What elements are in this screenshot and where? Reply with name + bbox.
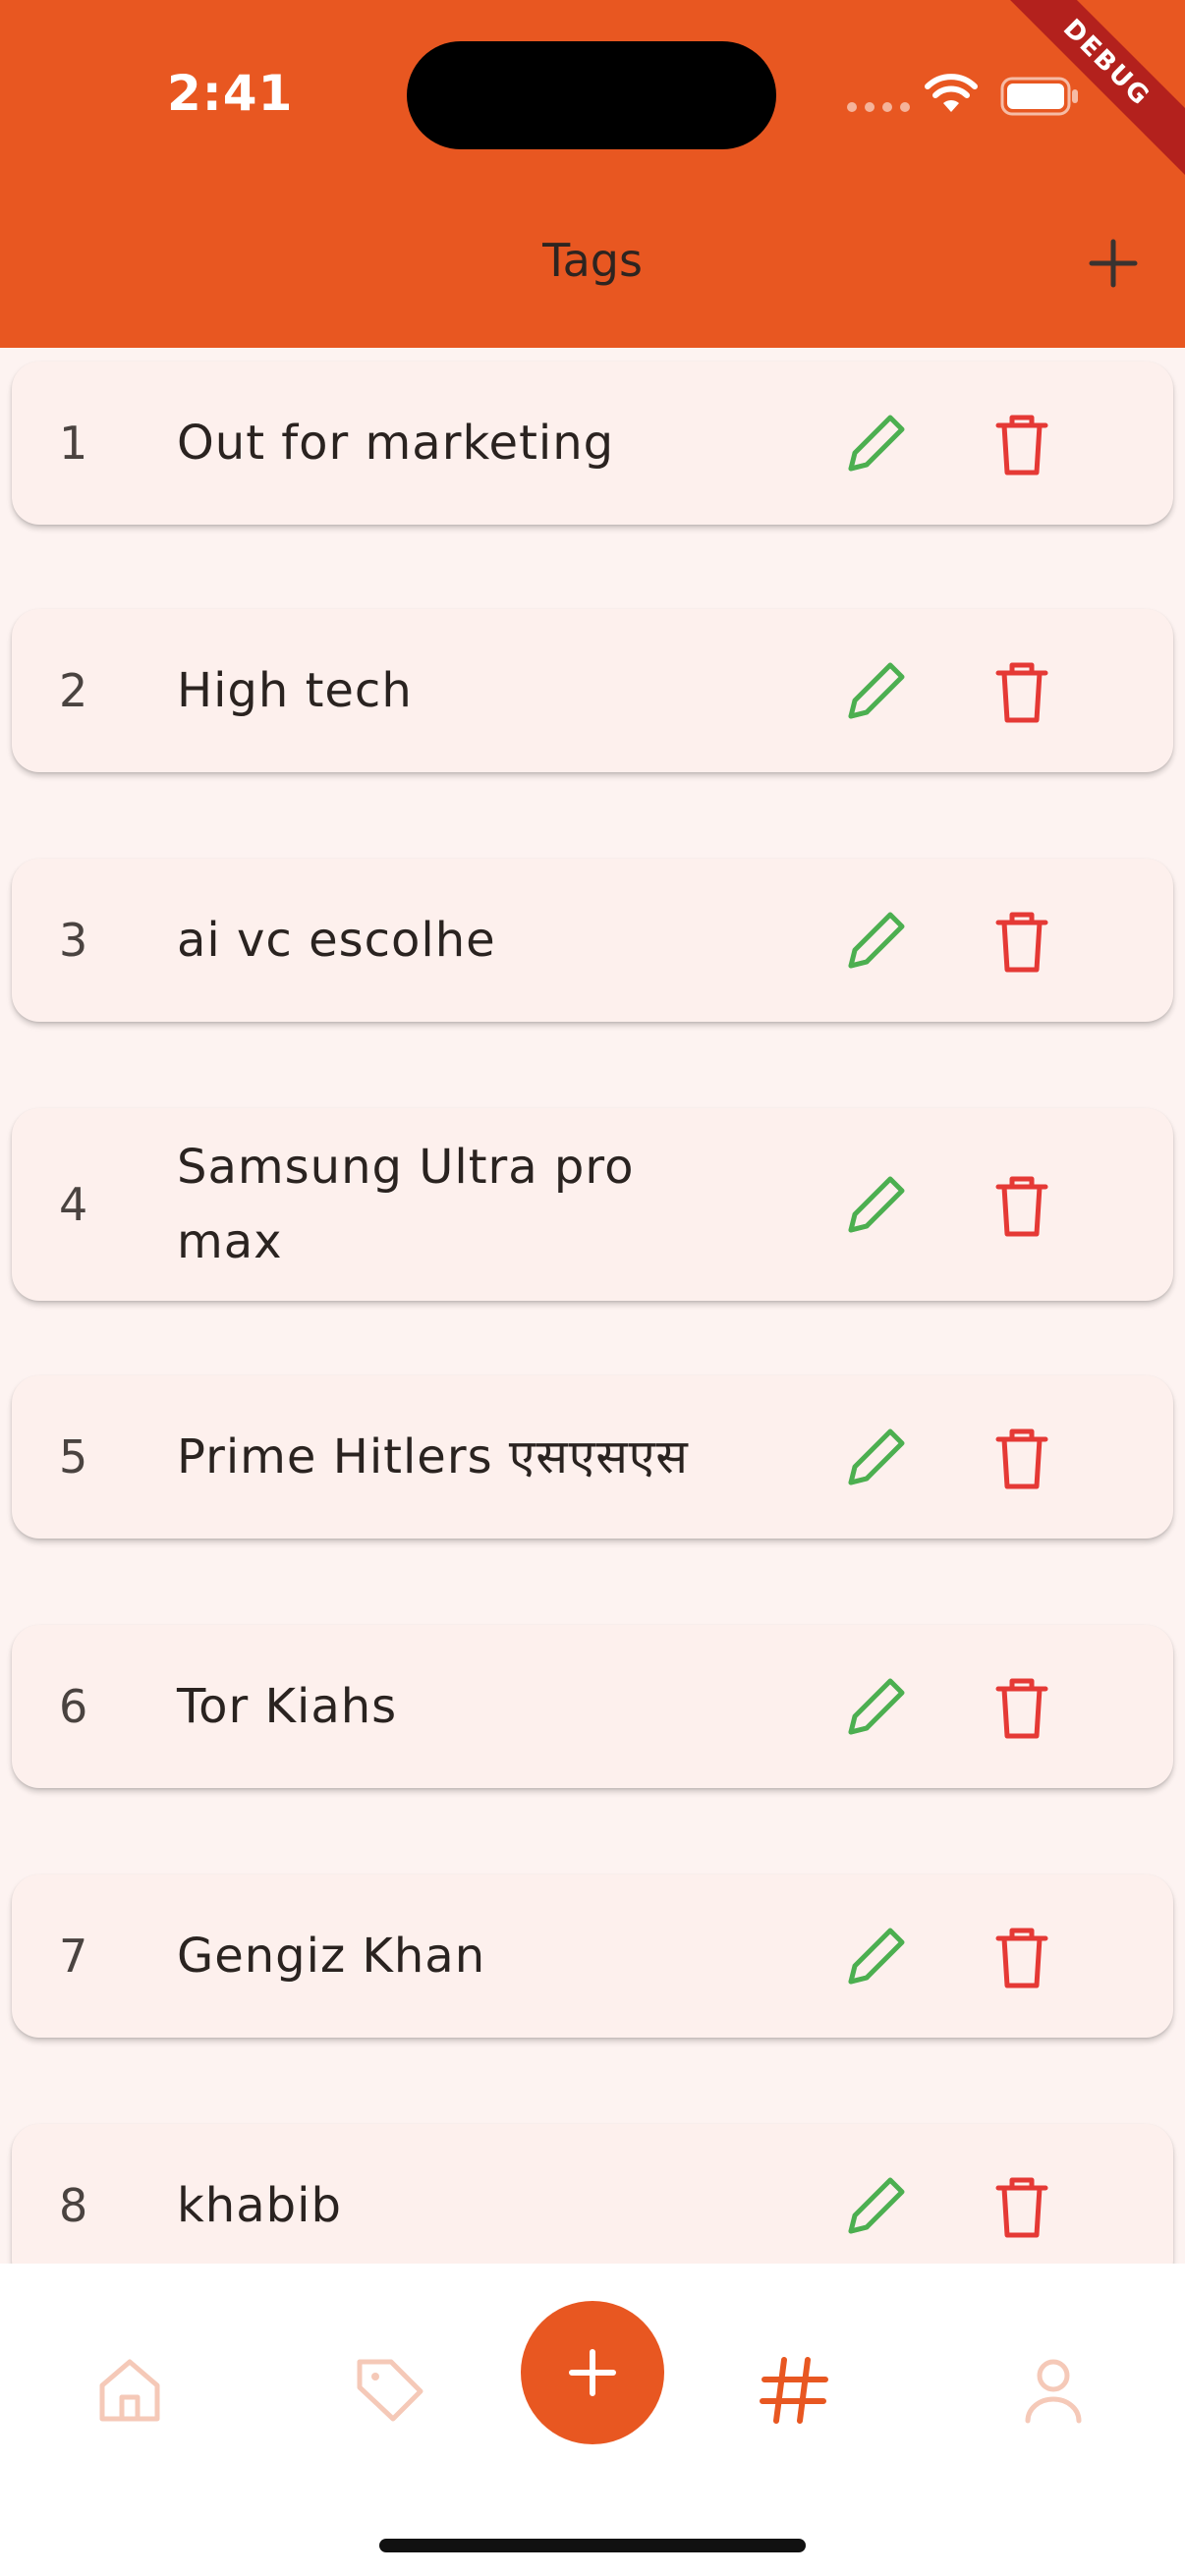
- home-icon[interactable]: [83, 2342, 177, 2436]
- delete-tag-button[interactable]: [983, 2166, 1061, 2245]
- bottom-navigation: [0, 2264, 1185, 2576]
- trash-icon: [995, 1678, 1048, 1739]
- tag-number: 8: [59, 2179, 88, 2232]
- status-time: 2:41: [167, 65, 294, 122]
- trash-icon: [995, 1176, 1048, 1237]
- app-bar: 2:41 DEBUG Tags: [0, 0, 1185, 348]
- delete-tag-button[interactable]: [983, 404, 1061, 482]
- pencil-icon: [848, 1928, 905, 1985]
- delete-tag-button[interactable]: [983, 1165, 1061, 1244]
- edit-tag-button[interactable]: [837, 1165, 916, 1244]
- tag-number: 6: [59, 1680, 88, 1733]
- pencil-icon: [848, 1428, 905, 1485]
- trash-icon: [995, 415, 1048, 476]
- tag-number: 1: [59, 417, 88, 470]
- tag-card[interactable]: 3 ai vc escolhe: [12, 859, 1173, 1022]
- home-indicator: [379, 2539, 806, 2552]
- tag-name: Samsung Ultra pro max: [177, 1140, 635, 1269]
- page-title: Tags: [542, 234, 643, 287]
- battery-icon: [1000, 77, 1078, 116]
- hashtag-icon[interactable]: [747, 2342, 841, 2436]
- plus-icon: [569, 2349, 616, 2396]
- pencil-icon: [848, 2177, 905, 2234]
- edit-tag-button[interactable]: [837, 651, 916, 730]
- tag-card[interactable]: 8 khabib: [12, 2124, 1173, 2264]
- tag-icon[interactable]: [342, 2342, 436, 2436]
- trash-icon: [995, 1928, 1048, 1988]
- trash-icon: [995, 2177, 1048, 2238]
- wifi-icon: [925, 74, 978, 112]
- tag-name: High tech: [177, 663, 413, 718]
- pencil-icon: [848, 415, 905, 472]
- pencil-icon: [848, 662, 905, 719]
- tag-list: 1 Out for marketing 2 High tech 3 ai vc escol…: [0, 348, 1185, 2264]
- tag-card[interactable]: 1 Out for marketing: [12, 362, 1173, 525]
- delete-tag-button[interactable]: [983, 901, 1061, 980]
- delete-tag-button[interactable]: [983, 1667, 1061, 1746]
- tag-name: Tor Kiahs: [177, 1679, 398, 1734]
- tag-name: Out for marketing: [177, 416, 615, 471]
- tag-number: 4: [59, 1178, 88, 1231]
- cellular-signal-icon: [847, 102, 910, 112]
- pencil-icon: [848, 912, 905, 969]
- tag-name: ai vc escolhe: [177, 913, 496, 968]
- edit-tag-button[interactable]: [837, 1667, 916, 1746]
- tag-number: 7: [59, 1930, 88, 1983]
- person-icon[interactable]: [1006, 2342, 1100, 2436]
- edit-tag-button[interactable]: [837, 1917, 916, 1995]
- trash-icon: [995, 912, 1048, 973]
- pencil-icon: [848, 1678, 905, 1735]
- delete-tag-button[interactable]: [983, 1418, 1061, 1496]
- tag-card[interactable]: 7 Gengiz Khan: [12, 1875, 1173, 2038]
- delete-tag-button[interactable]: [983, 651, 1061, 730]
- tag-number: 2: [59, 664, 88, 717]
- edit-tag-button[interactable]: [837, 2166, 916, 2245]
- tag-number: 3: [59, 914, 88, 967]
- pencil-icon: [848, 1176, 905, 1233]
- tag-card[interactable]: 6 Tor Kiahs: [12, 1625, 1173, 1788]
- add-tag-button[interactable]: [1086, 236, 1141, 291]
- tag-name: khabib: [177, 2178, 342, 2233]
- edit-tag-button[interactable]: [837, 404, 916, 482]
- tag-card[interactable]: 4 Samsung Ultra pro max: [12, 1108, 1173, 1301]
- tag-card[interactable]: 2 High tech: [12, 609, 1173, 772]
- tag-name: Prime Hitlers एसएसएस: [177, 1429, 689, 1484]
- edit-tag-button[interactable]: [837, 901, 916, 980]
- add-fab-button[interactable]: [521, 2301, 664, 2444]
- delete-tag-button[interactable]: [983, 1917, 1061, 1995]
- trash-icon: [995, 1428, 1048, 1489]
- tag-name: Gengiz Khan: [177, 1929, 486, 1984]
- trash-icon: [995, 662, 1048, 723]
- tags-screen: 2:41 DEBUG Tags 1 Out for marketing 2 High …: [0, 0, 1185, 2576]
- tag-number: 5: [59, 1430, 88, 1484]
- tag-card[interactable]: 5 Prime Hitlers एसएसएस: [12, 1375, 1173, 1539]
- dynamic-island: [407, 41, 776, 149]
- edit-tag-button[interactable]: [837, 1418, 916, 1496]
